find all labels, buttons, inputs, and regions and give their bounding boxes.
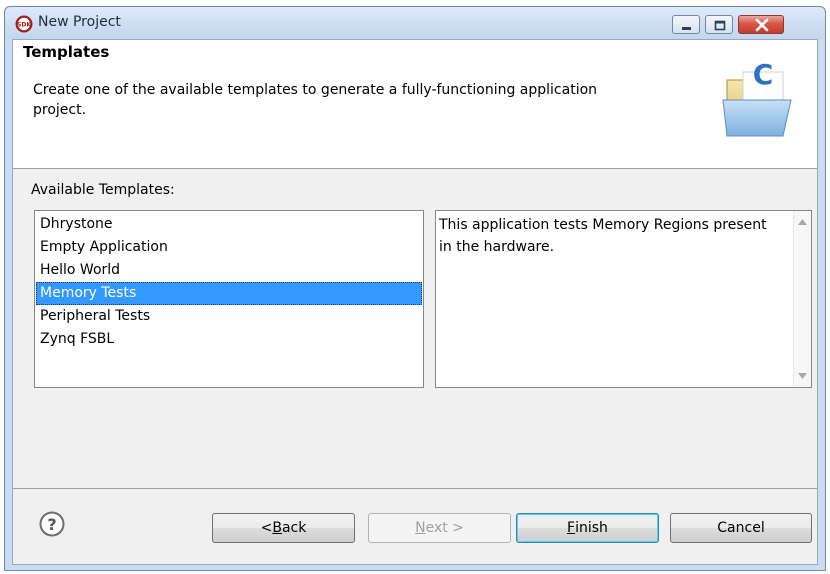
header-banner: Templates Create one of the available te…	[13, 40, 817, 169]
list-item-empty-application[interactable]: Empty Application	[36, 236, 422, 259]
back-button-prefix: <	[260, 520, 273, 536]
finish-button-label: inish	[575, 520, 608, 536]
templates-list[interactable]: Dhrystone Empty Application Hello World …	[34, 210, 424, 388]
svg-text:SDK: SDK	[17, 22, 31, 29]
svg-text:C: C	[753, 58, 774, 91]
next-button[interactable]: Next >	[368, 513, 511, 543]
next-button-mnemonic: N	[415, 520, 426, 536]
page-description: Create one of the available templates to…	[33, 82, 598, 118]
new-project-window: SDK New Project Templates Create one of …	[4, 6, 826, 571]
window-title: New Project	[38, 14, 121, 30]
cancel-button[interactable]: Cancel	[670, 513, 812, 543]
list-item-peripheral-tests[interactable]: Peripheral Tests	[36, 305, 422, 328]
title-bar[interactable]: SDK New Project	[5, 7, 825, 39]
description-scrollbar[interactable]	[793, 211, 811, 387]
scroll-up-arrow-icon[interactable]	[798, 219, 807, 225]
list-item-hello-world[interactable]: Hello World	[36, 259, 422, 282]
available-templates-label: Available Templates:	[31, 182, 175, 198]
template-description-box: This application tests Memory Regions pr…	[435, 210, 812, 388]
scroll-down-arrow-icon[interactable]	[798, 373, 807, 379]
template-description: This application tests Memory Regions pr…	[439, 217, 767, 255]
list-item-zynq-fsbl[interactable]: Zynq FSBL	[36, 328, 422, 351]
minimize-button[interactable]	[672, 15, 700, 34]
maximize-icon	[714, 20, 726, 31]
help-icon[interactable]: ?	[39, 511, 65, 537]
back-button[interactable]: < Back	[212, 513, 355, 543]
close-icon	[755, 18, 769, 32]
finish-button[interactable]: Finish	[516, 513, 659, 543]
list-item-dhrystone[interactable]: Dhrystone	[36, 213, 422, 236]
finish-button-mnemonic: F	[567, 520, 576, 536]
sdk-logo-icon: SDK	[15, 15, 33, 33]
c-folder-icon: C	[722, 58, 792, 137]
back-button-label: ack	[281, 520, 307, 536]
maximize-button[interactable]	[705, 15, 733, 34]
list-item-memory-tests[interactable]: Memory Tests	[36, 282, 422, 305]
svg-text:?: ?	[47, 515, 56, 534]
back-button-mnemonic: B	[272, 520, 282, 536]
page-title: Templates	[23, 43, 110, 61]
footer-separator	[13, 488, 817, 489]
next-button-label: ext >	[425, 520, 464, 536]
close-button[interactable]	[738, 15, 784, 34]
dialog-body: Templates Create one of the available te…	[12, 39, 818, 565]
minimize-icon	[682, 27, 691, 30]
